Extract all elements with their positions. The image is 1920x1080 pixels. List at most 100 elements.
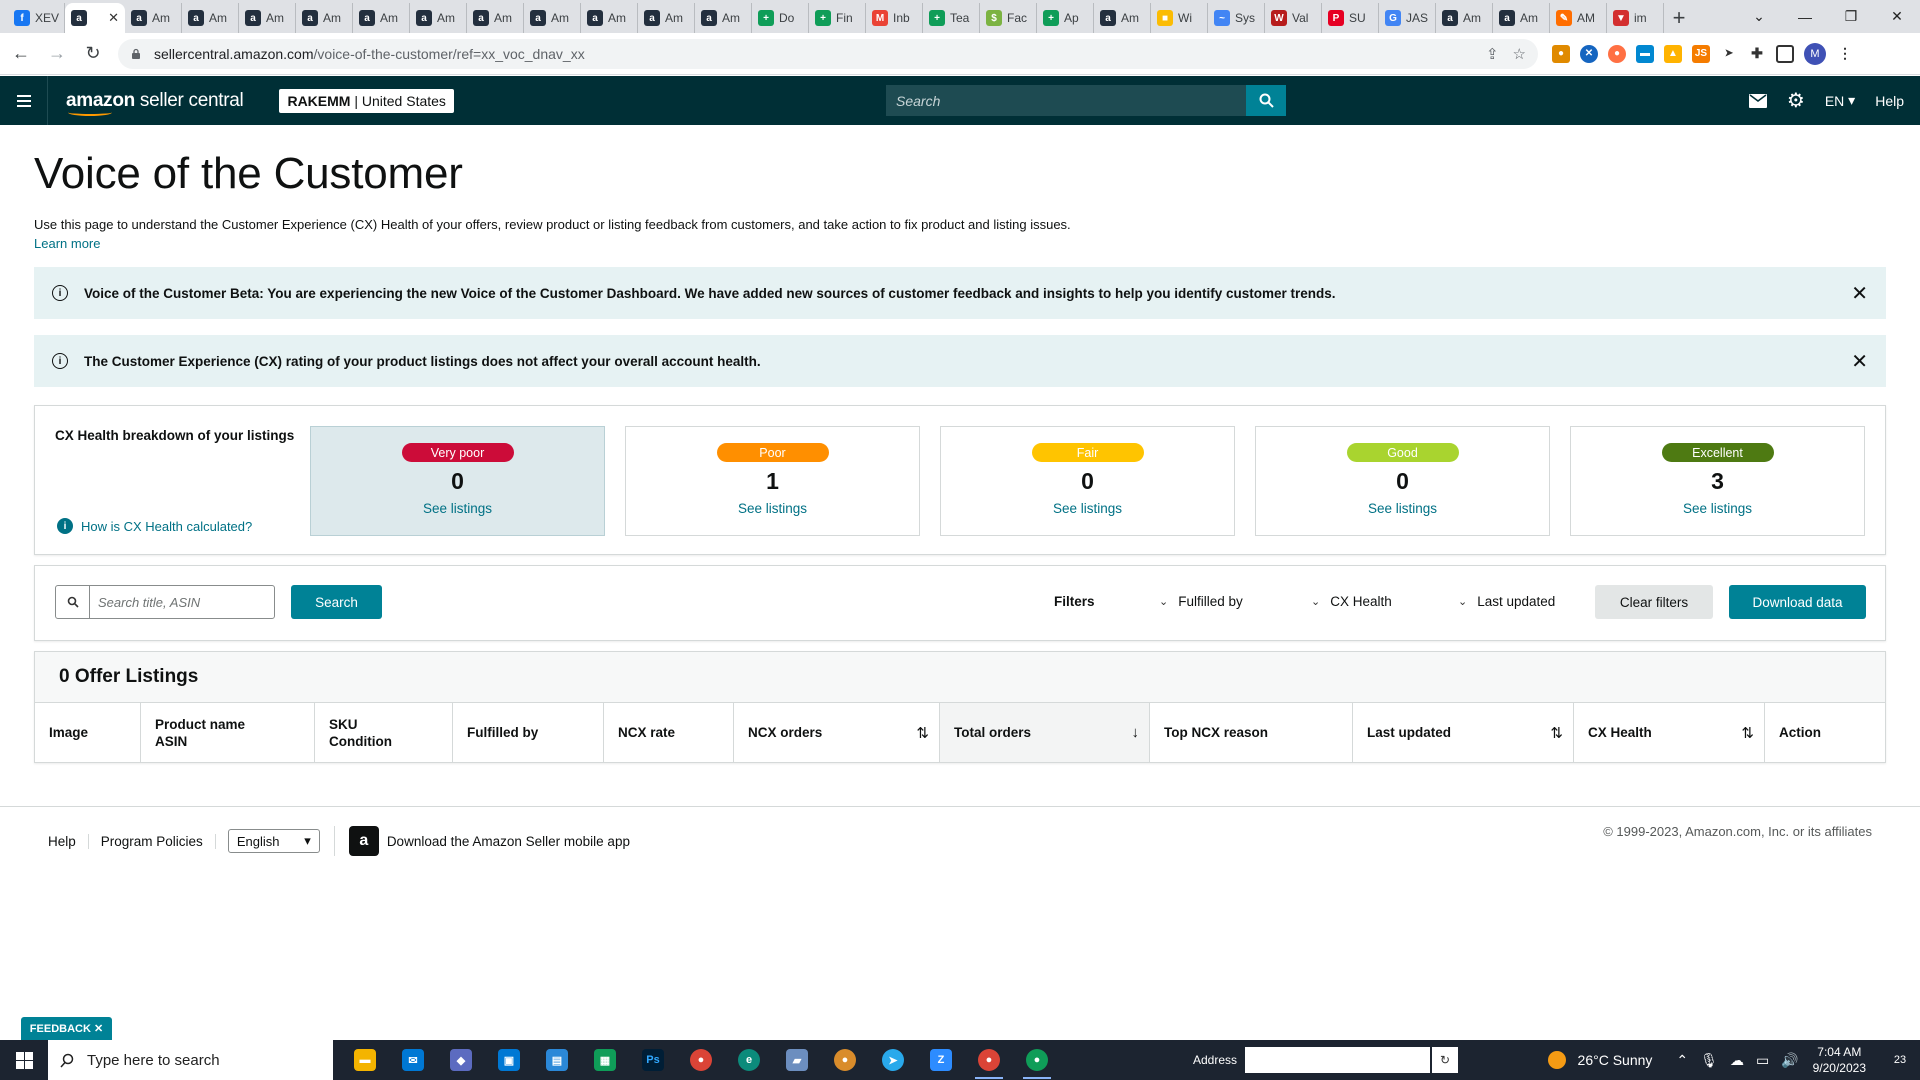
sort-icon[interactable]: ⇅ <box>916 724 929 742</box>
refresh-icon[interactable]: ↻ <box>1432 1047 1459 1073</box>
browser-tab[interactable]: W Val <box>1265 3 1322 33</box>
browser-tab[interactable]: a Am <box>1436 3 1493 33</box>
store-icon[interactable]: ▣ <box>485 1040 533 1080</box>
column-header[interactable]: NCX orders ⇅ <box>733 703 939 762</box>
browser-tab[interactable]: a Am <box>239 3 296 33</box>
menu-dots-icon[interactable]: ⋮ <box>1836 44 1854 63</box>
chrome-icon[interactable]: ● <box>1013 1040 1061 1080</box>
browser-tab[interactable]: ■ Wi <box>1151 3 1208 33</box>
cx-health-card[interactable]: Good 0 See listings <box>1255 426 1550 536</box>
taskbar-clock[interactable]: 7:04 AM 9/20/2023 <box>1813 1044 1866 1076</box>
extension-icon[interactable]: JS <box>1692 44 1710 63</box>
settings-gear-icon[interactable]: ⚙ <box>1777 88 1815 113</box>
extension-icon[interactable]: ✕ <box>1580 44 1598 63</box>
browser-tab[interactable]: a Am <box>581 3 638 33</box>
cx-health-card[interactable]: Excellent 3 See listings <box>1570 426 1865 536</box>
footer-language-select[interactable]: English ▾ <box>227 829 320 853</box>
maximize-button[interactable]: ❐ <box>1828 0 1874 33</box>
listing-search-input[interactable] <box>90 586 270 618</box>
side-panel-icon[interactable] <box>1776 44 1794 63</box>
browser-tab[interactable]: a Am <box>182 3 239 33</box>
extension-icon[interactable]: ➤ <box>1720 44 1738 63</box>
new-tab-button[interactable]: + <box>1664 3 1694 33</box>
edge-icon[interactable]: e <box>725 1040 773 1080</box>
browser-tab[interactable]: a Am <box>638 3 695 33</box>
browser-tab[interactable]: a Am <box>524 3 581 33</box>
header-search-input[interactable] <box>886 85 1246 116</box>
cx-health-card[interactable]: Fair 0 See listings <box>940 426 1235 536</box>
network-icon[interactable]: ▭ <box>1756 1052 1769 1069</box>
browser-tab[interactable]: + Ap <box>1037 3 1094 33</box>
browser-tab[interactable]: + Tea <box>923 3 980 33</box>
browser-tab[interactable]: G JAS <box>1379 3 1436 33</box>
seller-central-logo[interactable]: amazon seller central <box>66 90 244 116</box>
column-header[interactable]: Total orders ↓ <box>939 703 1149 762</box>
browser-tab[interactable]: a Am <box>695 3 752 33</box>
clear-filters-button[interactable]: Clear filters <box>1595 585 1713 619</box>
search-button[interactable]: Search <box>291 585 382 619</box>
see-listings-link[interactable]: See listings <box>1368 501 1437 516</box>
weather-widget[interactable]: 26°C Sunny <box>1547 1051 1652 1069</box>
extensions-puzzle-icon[interactable]: ✚ <box>1748 44 1766 63</box>
learn-more-link[interactable]: Learn more <box>34 236 1886 251</box>
see-listings-link[interactable]: See listings <box>1683 501 1752 516</box>
file-explorer-icon[interactable]: ▬ <box>341 1040 389 1080</box>
back-button[interactable]: ← <box>6 39 36 69</box>
extension-icon[interactable]: ● <box>1608 44 1626 63</box>
browser-tab[interactable]: + Fin <box>809 3 866 33</box>
mail-app-icon[interactable]: ✉ <box>389 1040 437 1080</box>
browser-tab[interactable]: a Am <box>296 3 353 33</box>
browser-tab[interactable]: f XEV <box>8 3 65 33</box>
download-data-button[interactable]: Download data <box>1729 585 1866 619</box>
tab-search-icon[interactable]: ⌄ <box>1736 0 1782 33</box>
calculator-icon[interactable]: ▦ <box>581 1040 629 1080</box>
header-search-button[interactable] <box>1246 85 1286 116</box>
telegram-icon[interactable]: ➤ <box>869 1040 917 1080</box>
hamburger-menu-icon[interactable] <box>0 76 48 125</box>
sort-icon[interactable]: ↓ <box>1132 724 1140 741</box>
close-icon[interactable]: ✕ <box>1851 349 1868 374</box>
app-icon[interactable]: ● <box>821 1040 869 1080</box>
mobile-app-link[interactable]: a Download the Amazon Seller mobile app <box>333 826 630 856</box>
browser-tab[interactable]: a Am <box>353 3 410 33</box>
browser-tab[interactable]: a Am <box>467 3 524 33</box>
browser-tab[interactable]: P SU <box>1322 3 1379 33</box>
browser-tab[interactable]: a Am <box>125 3 182 33</box>
share-icon[interactable]: ⇪ <box>1486 45 1499 63</box>
account-switcher[interactable]: RAKEMM | United States <box>279 88 454 113</box>
tab-close-icon[interactable]: ✕ <box>108 10 119 26</box>
feedback-button[interactable]: FEEDBACK ✕ <box>21 1017 112 1040</box>
browser-tab[interactable]: M Inb <box>866 3 923 33</box>
language-selector[interactable]: EN ▾ <box>1815 92 1865 109</box>
cx-health-help-link[interactable]: i How is CX Health calculated? <box>57 518 252 534</box>
app-icon[interactable]: ◆ <box>437 1040 485 1080</box>
microphone-icon[interactable]: 🎙 <box>1700 1052 1718 1069</box>
extension-icon[interactable]: ● <box>1552 44 1570 63</box>
browser-tab[interactable]: ~ Sys <box>1208 3 1265 33</box>
last-updated-dropdown[interactable]: ⌄ Last updated <box>1458 594 1555 609</box>
taskbar-search[interactable]: Type here to search <box>48 1040 333 1080</box>
close-icon[interactable]: ✕ <box>1851 281 1868 306</box>
sort-icon[interactable]: ⇅ <box>1550 724 1563 742</box>
volume-icon[interactable]: 🔊 <box>1781 1052 1798 1069</box>
footer-help-link[interactable]: Help <box>48 833 89 849</box>
browser-tab[interactable]: ✎ AM <box>1550 3 1607 33</box>
forward-button[interactable]: → <box>42 39 72 69</box>
browser-tab[interactable]: a Am <box>1493 3 1550 33</box>
app-icon[interactable]: ▤ <box>533 1040 581 1080</box>
help-link[interactable]: Help <box>1865 93 1920 109</box>
chrome-icon[interactable]: ● <box>965 1040 1013 1080</box>
browser-tab[interactable]: a ✕ <box>65 3 125 33</box>
mail-icon[interactable] <box>1739 93 1777 108</box>
sort-icon[interactable]: ⇅ <box>1741 724 1754 742</box>
photoshop-icon[interactable]: Ps <box>629 1040 677 1080</box>
minimize-button[interactable]: — <box>1782 0 1828 33</box>
column-header[interactable]: CX Health ⇅ <box>1573 703 1764 762</box>
close-window-button[interactable]: ✕ <box>1874 0 1920 33</box>
column-header[interactable]: Last updated ⇅ <box>1352 703 1573 762</box>
browser-tab[interactable]: ▼ im <box>1607 3 1664 33</box>
see-listings-link[interactable]: See listings <box>738 501 807 516</box>
browser-tab[interactable]: a Am <box>1094 3 1151 33</box>
fulfilled-by-dropdown[interactable]: ⌄ Fulfilled by <box>1159 594 1243 609</box>
see-listings-link[interactable]: See listings <box>1053 501 1122 516</box>
